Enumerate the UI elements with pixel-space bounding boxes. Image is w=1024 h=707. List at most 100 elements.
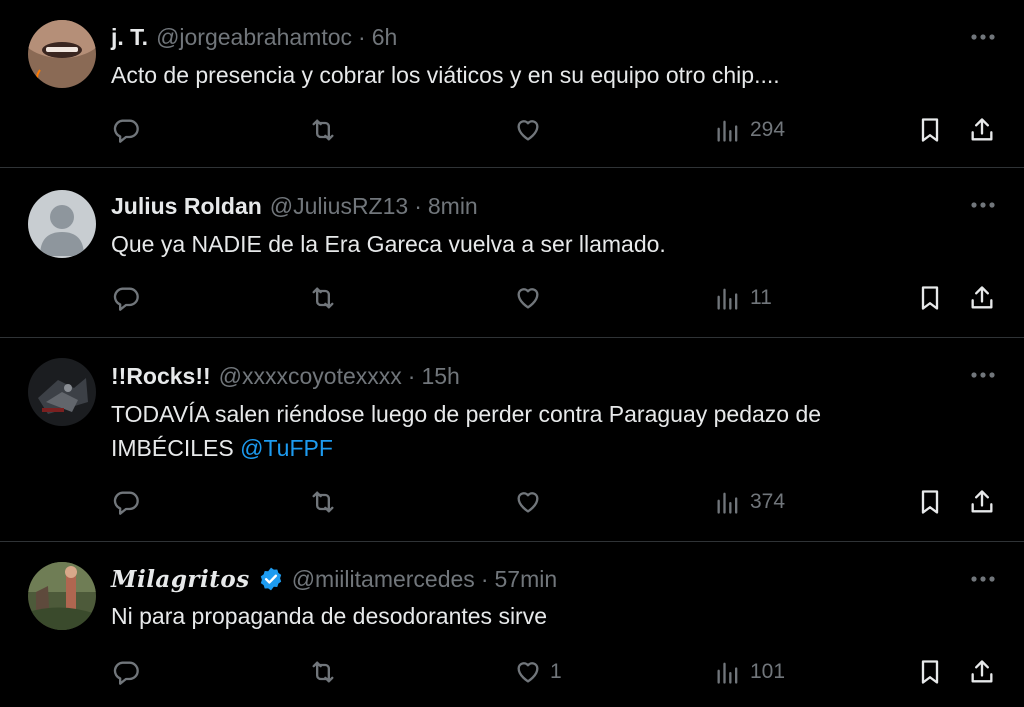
tweet[interactable]: !!Rocks!! @xxxxcoyotexxxx · 15h TODAVÍA … xyxy=(0,338,1024,542)
reply-icon xyxy=(113,491,139,515)
more-options-button[interactable] xyxy=(968,22,998,52)
views-icon xyxy=(717,662,738,684)
bookmark-icon xyxy=(921,660,939,684)
more-icon xyxy=(971,34,995,40)
separator-dot: · xyxy=(358,23,366,50)
separator-dot: · xyxy=(480,565,489,592)
action-bar: 294 xyxy=(0,110,1024,150)
views-button[interactable]: 11 xyxy=(714,278,772,318)
retweet-icon xyxy=(312,119,334,141)
bookmark-icon xyxy=(921,490,939,514)
action-bar: 11 xyxy=(0,278,1024,318)
bookmark-button[interactable] xyxy=(916,652,944,692)
more-icon xyxy=(971,372,995,378)
tweet-text: Que ya NADIE de la Era Gareca vuelva a s… xyxy=(111,227,971,261)
user-handle[interactable]: @miilitamercedes xyxy=(292,566,475,593)
views-icon xyxy=(717,288,738,310)
reply-button[interactable] xyxy=(112,652,140,692)
tweet-header: Julius Roldan @JuliusRZ13 · 8min xyxy=(111,191,478,221)
display-name[interactable]: j. T. xyxy=(111,24,148,51)
user-handle[interactable]: @JuliusRZ13 xyxy=(270,193,408,220)
more-icon xyxy=(971,202,995,208)
share-button[interactable] xyxy=(968,278,996,318)
share-button[interactable] xyxy=(968,652,996,692)
retweet-icon xyxy=(312,287,334,309)
bookmark-button[interactable] xyxy=(916,110,944,150)
view-count: 101 xyxy=(750,660,786,683)
views-button[interactable]: 101 xyxy=(714,652,785,692)
more-options-button[interactable] xyxy=(968,190,998,220)
like-button[interactable] xyxy=(514,482,550,522)
view-count: 294 xyxy=(750,118,786,141)
view-count: 11 xyxy=(750,286,772,309)
tweet[interactable]: j. T. @jorgeabrahamtoc · 6h Acto de pres… xyxy=(0,0,1024,168)
retweet-button[interactable] xyxy=(309,110,337,150)
view-count: 374 xyxy=(750,490,786,513)
views-icon xyxy=(717,120,738,142)
mention-link[interactable]: @TuFPF xyxy=(240,435,333,461)
like-count: 1 xyxy=(550,660,562,683)
tweet-feed: j. T. @jorgeabrahamtoc · 6h Acto de pres… xyxy=(0,0,1024,707)
timestamp[interactable]: 6h xyxy=(372,24,398,51)
tweet-text: Ni para propaganda de desodorantes sirve xyxy=(111,599,971,633)
tweet[interactable]: Milagritos @miilitamercedes · 57min Ni p… xyxy=(0,542,1024,707)
views-button[interactable]: 294 xyxy=(714,110,785,150)
tweet[interactable]: Julius Roldan @JuliusRZ13 · 8min Que ya … xyxy=(0,168,1024,338)
bookmark-icon xyxy=(921,286,939,310)
action-bar: 374 xyxy=(0,482,1024,522)
reply-icon xyxy=(113,661,139,685)
like-button[interactable] xyxy=(514,110,550,150)
reply-icon xyxy=(113,287,139,311)
timestamp[interactable]: 8min xyxy=(428,193,478,220)
separator-dot: · xyxy=(414,192,422,219)
display-name[interactable]: !!Rocks!! xyxy=(111,363,211,390)
heart-icon xyxy=(517,662,539,683)
retweet-button[interactable] xyxy=(309,482,337,522)
bookmark-icon xyxy=(921,118,939,142)
reply-icon xyxy=(113,119,139,143)
user-handle[interactable]: @xxxxcoyotexxxx xyxy=(219,363,402,390)
like-button[interactable]: 1 xyxy=(514,652,562,692)
user-handle[interactable]: @jorgeabrahamtoc xyxy=(156,24,352,51)
heart-icon xyxy=(517,120,539,141)
avatar[interactable] xyxy=(28,358,96,426)
avatar[interactable] xyxy=(28,190,96,258)
avatar[interactable] xyxy=(28,20,96,88)
tweet-body: Ni para propaganda de desodorantes sirve xyxy=(111,603,548,629)
verified-badge-icon xyxy=(258,566,284,592)
bookmark-button[interactable] xyxy=(916,482,944,522)
avatar[interactable] xyxy=(28,562,96,630)
separator-dot: · xyxy=(407,362,416,389)
bookmark-button[interactable] xyxy=(916,278,944,318)
reply-button[interactable] xyxy=(112,278,140,318)
views-icon xyxy=(717,492,738,514)
more-options-button[interactable] xyxy=(968,564,998,594)
tweet-body: TODAVÍA salen riéndose luego de perder c… xyxy=(111,401,822,461)
retweet-button[interactable] xyxy=(309,278,337,318)
retweet-button[interactable] xyxy=(309,652,337,692)
views-button[interactable]: 374 xyxy=(714,482,785,522)
timestamp[interactable]: 57min xyxy=(494,566,557,593)
retweet-icon xyxy=(312,661,334,683)
tweet-body: Que ya NADIE de la Era Gareca vuelva a s… xyxy=(111,231,666,257)
more-options-button[interactable] xyxy=(968,360,998,390)
tweet-text: TODAVÍA salen riéndose luego de perder c… xyxy=(111,397,931,465)
display-name[interactable]: Julius Roldan xyxy=(111,193,262,220)
reply-button[interactable] xyxy=(112,482,140,522)
share-button[interactable] xyxy=(968,482,996,522)
share-icon xyxy=(971,118,993,141)
share-icon xyxy=(971,286,993,309)
share-button[interactable] xyxy=(968,110,996,150)
heart-icon xyxy=(517,492,539,513)
share-icon xyxy=(971,660,993,683)
share-icon xyxy=(971,490,993,513)
reply-button[interactable] xyxy=(112,110,140,150)
tweet-text: Acto de presencia y cobrar los viáticos … xyxy=(111,58,971,92)
like-button[interactable] xyxy=(514,278,550,318)
action-bar: 1 101 xyxy=(0,652,1024,692)
retweet-icon xyxy=(312,491,334,513)
display-name[interactable]: Milagritos xyxy=(111,566,250,593)
tweet-body: Acto de presencia y cobrar los viáticos … xyxy=(111,62,780,88)
heart-icon xyxy=(517,288,539,309)
timestamp[interactable]: 15h xyxy=(421,363,459,390)
